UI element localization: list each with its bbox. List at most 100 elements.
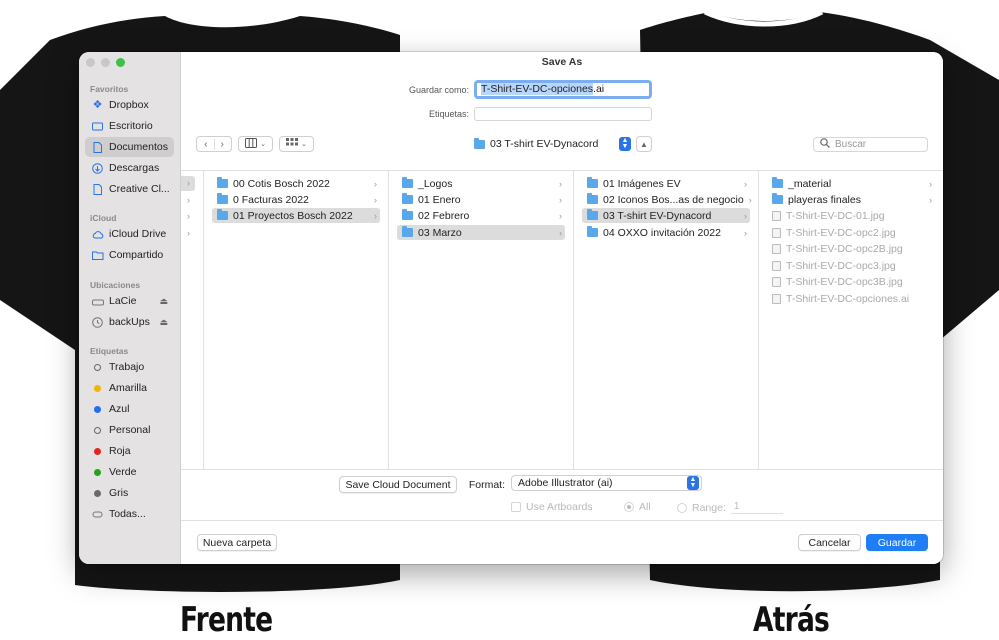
sidebar-item-label: Documentos: [109, 141, 168, 153]
range-input[interactable]: 1: [730, 501, 783, 514]
folder-icon: [217, 209, 228, 220]
desktop-icon: [92, 121, 103, 132]
sidebar-item-label: Descargas: [109, 162, 160, 174]
sidebar-item-label: Verde: [109, 466, 137, 478]
list-item-label: _Logos: [418, 177, 453, 190]
folder-icon: [772, 177, 783, 188]
tags-input[interactable]: [474, 107, 652, 121]
list-item-selected[interactable]: 03 Marzo ›: [397, 225, 565, 240]
sidebar-tag-amarilla[interactable]: Amarilla: [85, 378, 174, 398]
folder-icon: [587, 193, 598, 204]
sidebar-tag-azul[interactable]: Azul: [85, 399, 174, 419]
sidebar-tag-verde[interactable]: Verde: [85, 462, 174, 482]
list-item-label: 03 T-shirt EV-Dynacord: [603, 209, 712, 222]
save-as-dialog: Favoritos ❖ Dropbox Escritorio Documento…: [79, 52, 943, 564]
column-4: _material › playeras finales › T-Shirt-EV-…: [759, 171, 943, 469]
column-2: _Logos › 01 Enero › 02 Febrero › 03 Marzo ›: [389, 171, 574, 469]
sidebar-item-label: Gris: [109, 487, 129, 499]
sidebar-section-favoritos: Favoritos: [90, 84, 129, 94]
list-item[interactable]: 01 Enero ›: [397, 192, 565, 207]
save-button[interactable]: Guardar: [866, 534, 928, 551]
sidebar-item-escritorio[interactable]: Escritorio: [85, 116, 174, 136]
sidebar-item-compartido[interactable]: Compartido: [85, 245, 174, 265]
column-3: 01 Imágenes EV › 02 Iconos Bos...as de ne…: [574, 171, 759, 469]
sidebar-item-label: Creative Cl...: [109, 183, 170, 195]
sidebar-tag-gris[interactable]: Gris: [85, 483, 174, 503]
range-radio[interactable]: Range: 1: [677, 501, 783, 514]
image-file-icon: [772, 260, 781, 271]
sidebar-item-documentos[interactable]: Documentos: [85, 137, 174, 157]
sidebar-item-descargas[interactable]: Descargas: [85, 158, 174, 178]
sidebar-item-label: Trabajo: [109, 361, 145, 373]
minimize-button[interactable]: [101, 58, 110, 67]
list-item-label: playeras finales: [788, 193, 861, 206]
sidebar-item-label: LaCie: [109, 295, 137, 307]
sidebar-item-label: Personal: [109, 424, 151, 436]
folder-icon: [402, 193, 413, 204]
zoom-button[interactable]: [116, 58, 125, 67]
list-item[interactable]: _material ›: [767, 176, 935, 191]
image-file-icon: [772, 210, 781, 221]
back-caption: Atrás: [753, 600, 830, 640]
sidebar-tag-personal[interactable]: Personal: [85, 420, 174, 440]
list-item-selected[interactable]: 03 T-shirt EV-Dynacord ›: [582, 208, 750, 223]
sidebar-tag-trabajo[interactable]: Trabajo: [85, 357, 174, 377]
search-field[interactable]: Buscar: [813, 137, 928, 152]
tag-dot-icon: [94, 489, 101, 497]
sidebar-tag-roja[interactable]: Roja: [85, 441, 174, 461]
list-item[interactable]: 01 Imágenes EV ›: [582, 176, 750, 191]
sidebar-item-creative-cloud[interactable]: Creative Cl...: [85, 179, 174, 199]
list-item-label: T-Shirt-EV-DC-opc2.jpg: [786, 226, 896, 239]
folder-icon: [217, 177, 228, 188]
list-item[interactable]: 02 Iconos Bos...as de negocio ›: [582, 192, 752, 207]
list-item[interactable]: 02 Febrero ›: [397, 208, 565, 223]
collapse-button[interactable]: ▲: [636, 136, 652, 152]
eject-icon[interactable]: ⏏: [159, 317, 168, 328]
list-item[interactable]: 0 Facturas 2022 ›: [212, 192, 380, 207]
tags-label: Etiquetas:: [428, 109, 469, 119]
download-icon: [92, 162, 103, 174]
popup-stepper-icon: ▲ ▼: [687, 476, 699, 490]
folder-icon: [772, 193, 783, 204]
back-arrow-icon[interactable]: ‹: [204, 138, 215, 150]
sidebar-item-dropbox[interactable]: ❖ Dropbox: [85, 95, 174, 115]
forward-arrow-icon[interactable]: ›: [215, 139, 224, 150]
view-mode-button[interactable]: ⌄: [238, 136, 273, 152]
sidebar-item-label: Dropbox: [109, 99, 149, 111]
filename-input[interactable]: T-Shirt-EV-DC-opciones.ai: [474, 80, 652, 99]
list-item[interactable]: 00 Cotis Bosch 2022 ›: [212, 176, 380, 191]
tag-dot-icon: [94, 426, 101, 434]
chevron-right-icon: ›: [559, 178, 562, 189]
dialog-title: Save As: [541, 56, 583, 68]
sidebar-item-label: iCloud Drive: [109, 228, 167, 240]
current-folder-label: 03 T-shirt EV-Dynacord: [490, 138, 599, 150]
use-artboards-checkbox[interactable]: Use Artboards: [511, 501, 593, 513]
format-value: Adobe Illustrator (ai): [518, 477, 613, 489]
close-button[interactable]: [86, 58, 95, 67]
sidebar-item-label: Todas...: [109, 508, 146, 520]
list-item-file: T-Shirt-EV-DC-01.jpg: [767, 208, 935, 223]
all-radio[interactable]: All: [624, 501, 651, 513]
eject-icon[interactable]: ⏏: [159, 296, 168, 307]
sidebar-item-icloud-drive[interactable]: iCloud Drive: [85, 224, 174, 244]
location-popup[interactable]: 03 T-shirt EV-Dynacord ▲ ▼: [474, 136, 631, 152]
sidebar-tag-todas[interactable]: Todas...: [85, 504, 174, 524]
sidebar-item-lacie[interactable]: LaCie ⏏: [85, 291, 174, 311]
tag-dot-icon: [94, 447, 101, 455]
list-item[interactable]: _Logos ›: [397, 176, 565, 191]
list-item[interactable]: playeras finales ›: [767, 192, 935, 207]
back-forward-buttons[interactable]: ‹ ›: [196, 136, 232, 152]
save-cloud-document-button[interactable]: Save Cloud Document: [339, 476, 457, 493]
cancel-button[interactable]: Cancelar: [798, 534, 861, 551]
list-item-selected[interactable]: 01 Proyectos Bosch 2022 ›: [212, 208, 380, 223]
new-folder-button[interactable]: Nueva carpeta: [197, 534, 277, 551]
sidebar-item-label: Compartido: [109, 249, 164, 261]
shared-folder-icon: [92, 250, 104, 261]
sidebar-item-backups[interactable]: backUps ⏏: [85, 312, 174, 332]
list-item[interactable]: 04 OXXO invitación 2022 ›: [582, 225, 750, 240]
main-panel: Save As Guardar como: T-Shirt-EV-DC-opci…: [181, 52, 943, 564]
dialog-footer: Nueva carpeta Cancelar Guardar: [181, 520, 943, 564]
format-select[interactable]: Adobe Illustrator (ai) ▲ ▼: [511, 475, 702, 491]
group-button[interactable]: ⌄: [279, 136, 314, 152]
list-item-label: 01 Proyectos Bosch 2022: [233, 209, 353, 222]
